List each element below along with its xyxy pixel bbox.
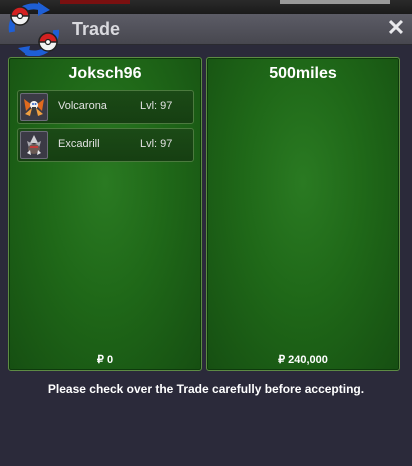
pokemon-name: Excadrill (58, 138, 100, 150)
volcarona-sprite-icon (20, 93, 48, 121)
my-offer-panel: Joksch96 Volcarona Lvl: 97 Excadrill Lvl… (8, 57, 202, 371)
money-offer: ₽ 0 (96, 354, 114, 366)
pokemon-name: Volcarona (58, 100, 107, 112)
offered-pokemon-slot[interactable]: Excadrill Lvl: 97 (17, 128, 194, 162)
pokemon-level: Lvl: 97 (140, 138, 173, 150)
close-button[interactable]: ✕ (386, 17, 406, 39)
trade-logo-icon (8, 2, 60, 56)
trade-window: Trade ✕ Joksch96 Volcarona Lvl: 97 Excad… (0, 2, 412, 466)
background-decoration (60, 0, 130, 4)
partner-offer-panel: 500miles ₽ 240,000 (206, 57, 400, 371)
trainer-name: Joksch96 (68, 65, 142, 82)
pokemon-level: Lvl: 97 (140, 100, 173, 112)
trainer-name: 500miles (269, 65, 337, 82)
window-title: Trade (72, 19, 121, 39)
offered-pokemon-slot[interactable]: Volcarona Lvl: 97 (17, 90, 194, 124)
trade-notice: Please check over the Trade carefully be… (47, 382, 365, 396)
money-offer: ₽ 240,000 (278, 354, 328, 366)
excadrill-sprite-icon (20, 131, 48, 159)
background-decoration (280, 0, 390, 4)
